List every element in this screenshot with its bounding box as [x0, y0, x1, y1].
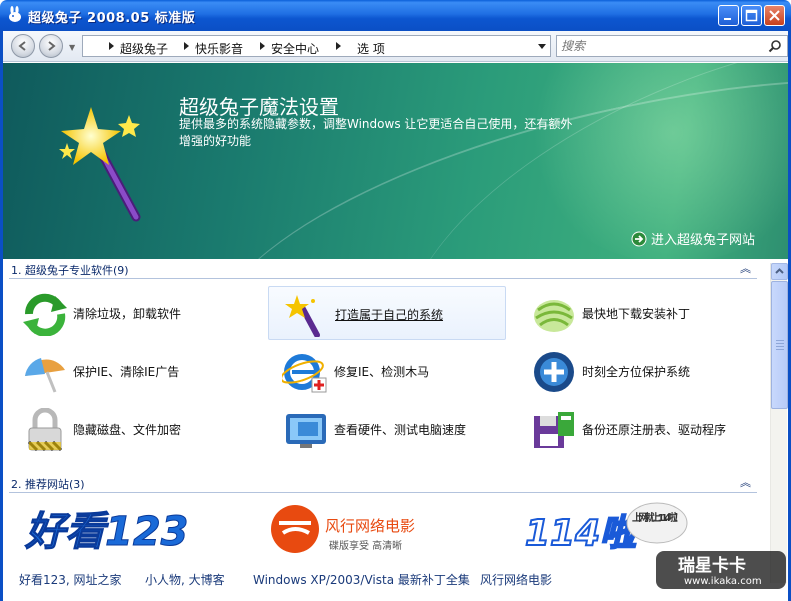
visit-website-link[interactable]: 进入超级兔子网站: [631, 229, 755, 248]
task-label[interactable]: 备份还原注册表、驱动程序: [582, 421, 726, 438]
chevron-right-icon[interactable]: [184, 42, 189, 50]
floppy-backup-icon: [534, 412, 574, 448]
chevron-right-icon: [109, 42, 114, 50]
section-header-software[interactable]: 1. 超级兔子专业软件(9) ︽: [9, 259, 757, 279]
task-protect-ie[interactable]: 保护IE、清除IE广告: [7, 344, 245, 398]
rabbit-app-icon: [9, 6, 21, 22]
banner-description: 提供最多的系统隐藏参数，调整Windows 让它更适合自己使用，还有额外增强的好…: [179, 117, 573, 148]
breadcrumb-item[interactable]: 超级兔子: [120, 40, 168, 57]
task-label[interactable]: 修复IE、检测木马: [334, 363, 429, 380]
task-clean-junk[interactable]: 清除垃圾，卸载软件: [7, 286, 245, 340]
task-download-patches[interactable]: 最快地下载安装补丁: [516, 286, 754, 340]
address-dropdown-icon[interactable]: [538, 44, 546, 49]
logo-text: 好看123: [24, 509, 189, 555]
grip-line: [776, 340, 784, 341]
history-dropdown-icon[interactable]: ▼: [69, 43, 75, 52]
minimize-icon: [724, 18, 731, 20]
magic-wand-icon: [285, 295, 320, 337]
logo-funshion[interactable]: 风行网络电影 碟版享受 高清晰: [269, 501, 429, 559]
visit-website-label[interactable]: 进入超级兔子网站: [651, 233, 755, 248]
logo-haokan123[interactable]: 好看123: [23, 501, 193, 559]
task-repair-ie[interactable]: 修复IE、检测木马: [268, 344, 506, 398]
task-label[interactable]: 查看硬件、测试电脑速度: [334, 421, 466, 438]
grip-line: [776, 349, 784, 350]
scroll-up-button[interactable]: [771, 263, 788, 280]
section-title: 2. 推荐网站(3): [11, 478, 85, 491]
content-area: 1. 超级兔子专业软件(9) ︽ 清除垃圾，卸载软件 打造属于自己的系统 最快地…: [3, 259, 770, 599]
close-icon: [769, 10, 780, 21]
chevron-right-icon[interactable]: [336, 42, 341, 50]
task-backup-registry[interactable]: 备份还原注册表、驱动程序: [516, 402, 754, 456]
window-title: 超级兔子 2008.05 标准版: [28, 11, 196, 26]
watermark-url: www.ikaka.com: [684, 576, 762, 587]
task-label[interactable]: 隐藏磁盘、文件加密: [73, 421, 181, 438]
logo-bubble-text: 上网就上114啦！: [632, 511, 684, 524]
task-realtime-protection[interactable]: 时刻全方位保护系统: [516, 344, 754, 398]
breadcrumb-item[interactable]: 安全中心: [271, 40, 319, 57]
title-bar: 超级兔子 2008.05 标准版: [0, 0, 791, 31]
forward-arrow-icon: [48, 41, 56, 51]
task-hide-disk[interactable]: 隐藏磁盘、文件加密: [7, 402, 245, 456]
task-view-hardware[interactable]: 查看硬件、测试电脑速度: [268, 402, 506, 456]
umbrella-icon: [25, 358, 65, 393]
site-link[interactable]: 风行网络电影: [480, 571, 552, 588]
address-bar[interactable]: 超级兔子 快乐影音 安全中心 选 项: [82, 35, 551, 57]
haokan123-logo: 好看123: [24, 509, 190, 556]
search-box[interactable]: [556, 35, 788, 57]
close-button[interactable]: [764, 5, 785, 26]
logo-text: 114啦: [525, 513, 641, 554]
logo-subtext: 碟版享受 高清晰: [329, 539, 402, 552]
breadcrumb-item[interactable]: 快乐影音: [195, 40, 243, 57]
forward-button[interactable]: [39, 34, 63, 58]
watermark-text: 瑞星卡卡: [678, 555, 746, 576]
banner: 超级兔子魔法设置 提供最多的系统隐藏参数，调整Windows 让它更适合自己使用…: [3, 63, 788, 259]
recycle-arrows-icon: [23, 293, 67, 336]
watermark-logo: 瑞星卡卡 www.ikaka.com: [656, 551, 786, 589]
task-label[interactable]: 时刻全方位保护系统: [582, 363, 690, 380]
site-link[interactable]: Windows XP/2003/Vista 最新补丁全集: [253, 571, 470, 588]
padlock-icon: [27, 408, 63, 452]
magic-wand-icon: [59, 107, 141, 222]
wings-icon: [534, 300, 574, 332]
collapse-icon[interactable]: ︽: [740, 474, 751, 490]
search-icon[interactable]: [768, 39, 782, 53]
back-button[interactable]: [11, 34, 35, 58]
minimize-button[interactable]: [718, 5, 739, 26]
back-arrow-icon: [18, 41, 26, 51]
site-link[interactable]: 小人物, 大博客: [145, 571, 225, 588]
task-label[interactable]: 保护IE、清除IE广告: [73, 363, 179, 380]
task-customize-system[interactable]: 打造属于自己的系统: [268, 286, 506, 340]
task-label[interactable]: 打造属于自己的系统: [335, 306, 443, 323]
section-title: 1. 超级兔子专业软件(9): [11, 264, 129, 277]
grip-line: [776, 346, 784, 347]
grip-line: [776, 343, 784, 344]
logo-text: 风行网络电影: [325, 517, 415, 535]
site-link[interactable]: 好看123, 网址之家: [19, 571, 122, 588]
search-input[interactable]: [561, 38, 761, 54]
scroll-thumb[interactable]: [771, 281, 788, 409]
maximize-icon: [745, 9, 758, 22]
maximize-button[interactable]: [741, 5, 762, 26]
shield-cross-icon: [534, 352, 574, 392]
section-header-sites[interactable]: 2. 推荐网站(3) ︽: [9, 473, 757, 493]
watermark: 瑞星卡卡 www.ikaka.com: [656, 551, 786, 589]
funshion-logo: 风行网络电影 碟版享受 高清晰: [271, 505, 415, 553]
go-arrow-icon: [631, 231, 647, 247]
task-label[interactable]: 清除垃圾，卸载软件: [73, 305, 181, 322]
breadcrumb-item[interactable]: 选 项: [357, 40, 385, 57]
vertical-scrollbar[interactable]: [770, 263, 788, 583]
monitor-icon: [286, 414, 326, 448]
task-label[interactable]: 最快地下载安装补丁: [582, 305, 690, 322]
navigation-bar: ▼ 超级兔子 快乐影音 安全中心 选 项: [3, 31, 788, 62]
chevron-right-icon[interactable]: [260, 42, 265, 50]
scroll-up-arrow-icon: [775, 268, 784, 274]
collapse-icon[interactable]: ︽: [740, 260, 751, 276]
ie-repair-icon: [282, 354, 327, 393]
